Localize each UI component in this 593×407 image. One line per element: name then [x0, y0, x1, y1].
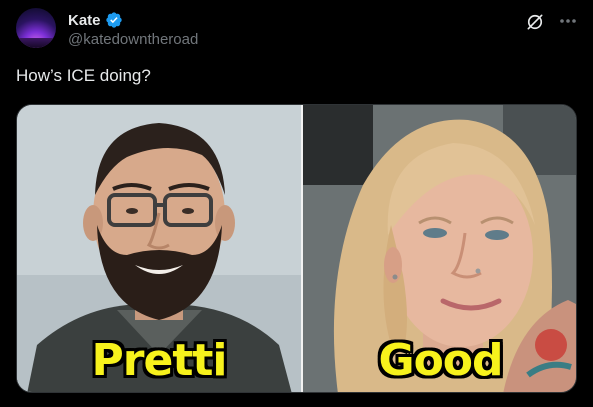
avatar-ground — [16, 38, 56, 48]
tweet-text: How’s ICE doing? — [16, 66, 151, 85]
tweet-media[interactable]: Pretti Good — [16, 104, 577, 393]
author-handle[interactable]: @katedowntheroad — [68, 31, 198, 48]
right-caption: Good — [378, 335, 503, 386]
display-name-row: Kate — [68, 10, 198, 30]
verified-badge-icon[interactable] — [105, 11, 123, 29]
grok-icon[interactable] — [525, 12, 545, 32]
tweet-header: Kate @katedowntheroad — [16, 4, 579, 50]
left-caption: Pretti — [91, 335, 228, 386]
media-panel-left: Pretti — [17, 105, 301, 392]
more-options-icon[interactable] — [557, 10, 579, 32]
display-name[interactable]: Kate — [68, 12, 101, 29]
avatar[interactable] — [16, 8, 56, 48]
author-names: Kate @katedowntheroad — [68, 10, 198, 49]
tweet: Kate @katedowntheroad How’s ICE doing? P… — [0, 0, 593, 407]
media-panel-right: Good — [303, 105, 576, 392]
